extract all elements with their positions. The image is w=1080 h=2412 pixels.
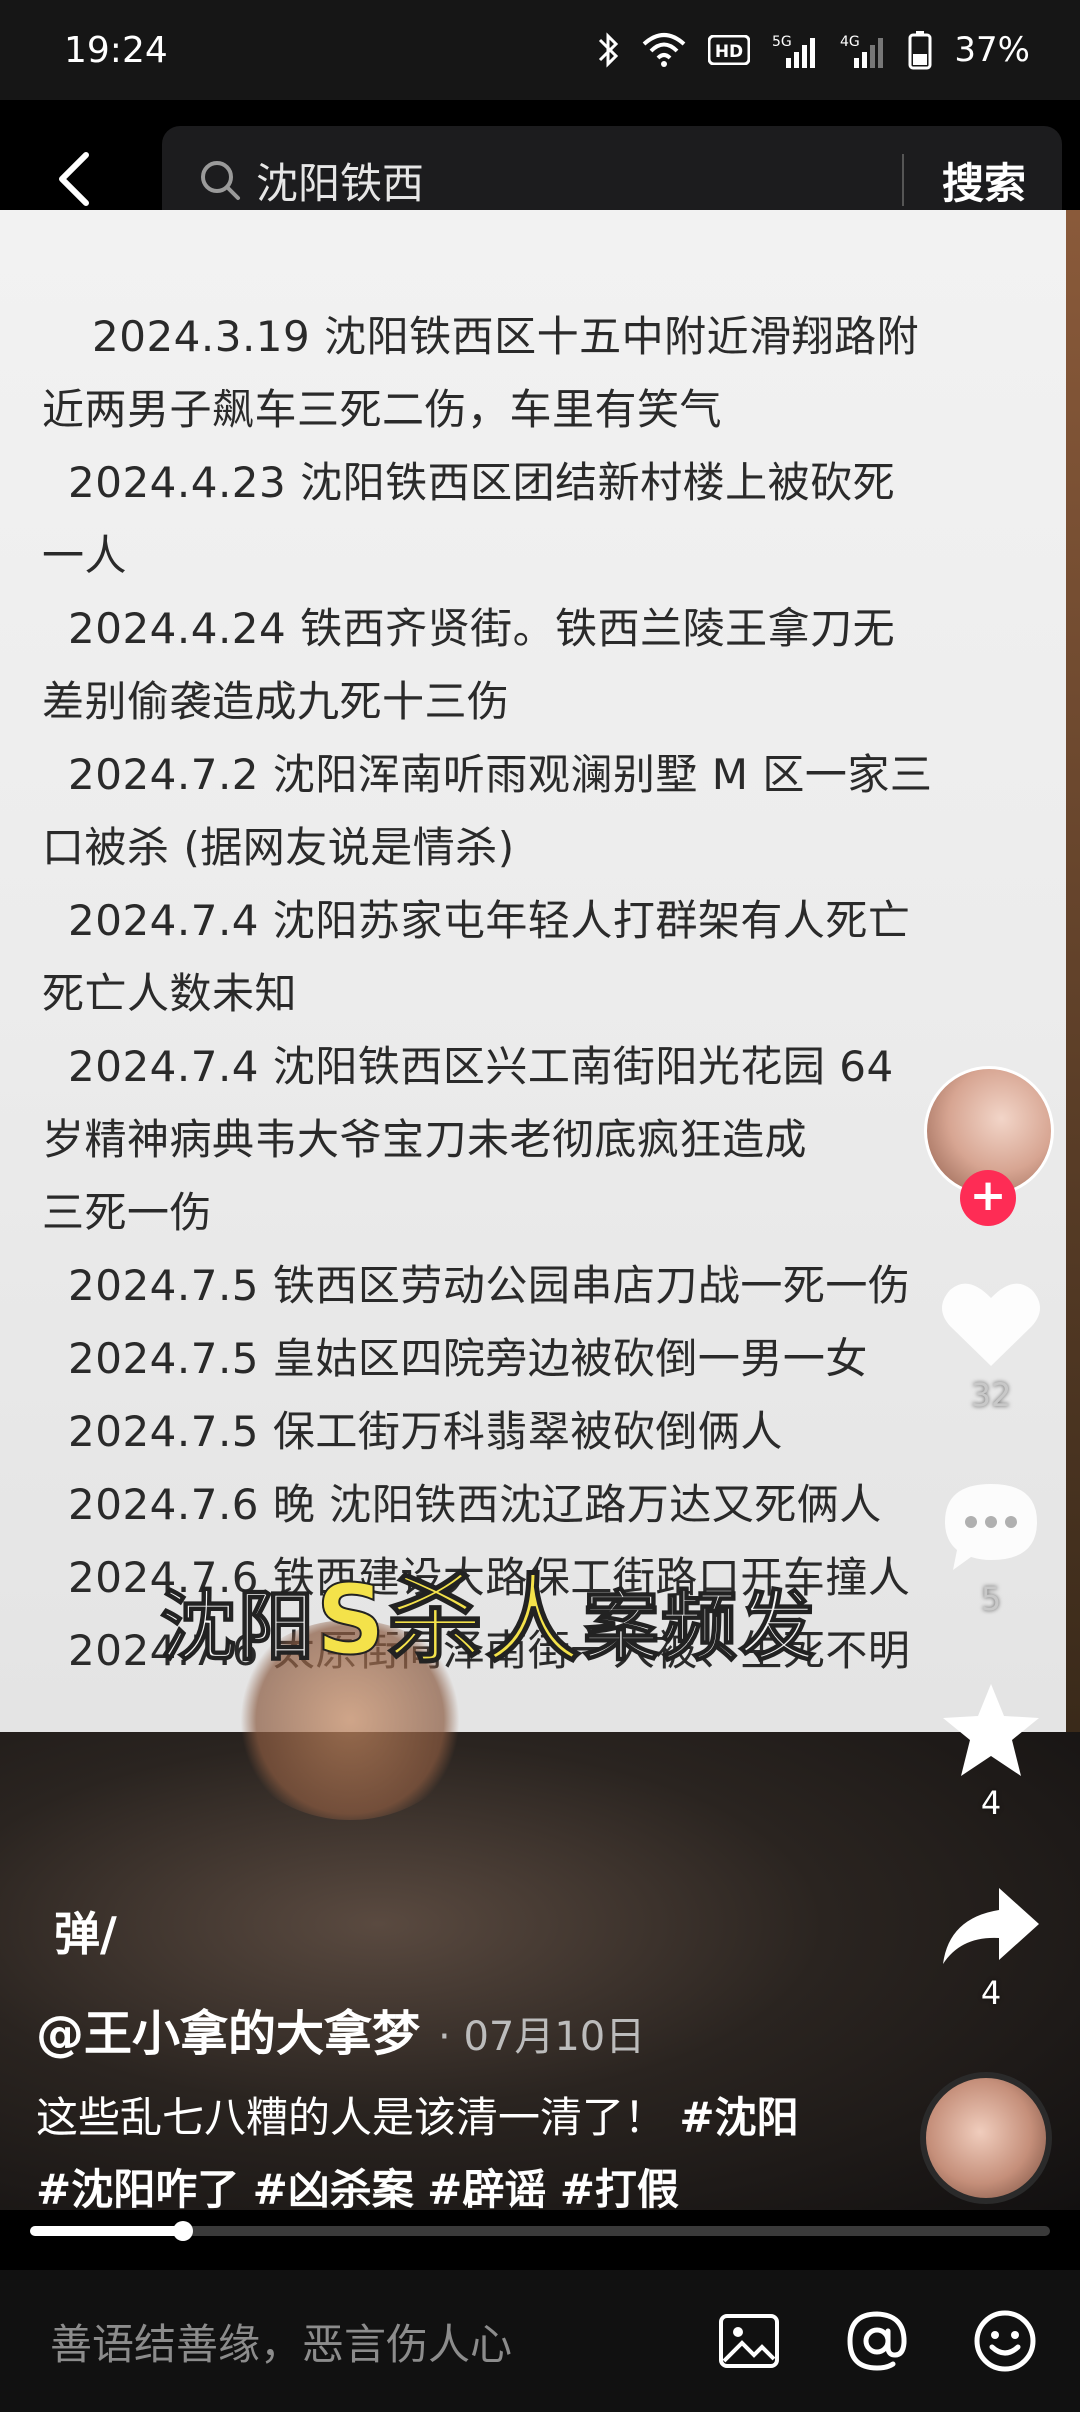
- video-progress-fill: [30, 2226, 183, 2236]
- status-icons: HD 5G 4G 37%: [596, 30, 1030, 70]
- bluetooth-icon: [596, 30, 620, 70]
- banner-part3: 案频发: [582, 1581, 818, 1672]
- signal-5g-icon: 5G: [772, 30, 818, 70]
- document-line: 2024.4.24 铁西齐贤街。铁西兰陵王拿刀无: [68, 604, 896, 653]
- document-line: 近两男子飙车三死二伤，车里有笑气: [42, 385, 723, 434]
- document-line: 2024.7.5 保工街万科翡翠被砍倒俩人: [68, 1407, 783, 1456]
- hashtag[interactable]: #凶杀案: [253, 2165, 414, 2214]
- document-line: 三死一伤: [42, 1188, 213, 1237]
- document-line: 2024.7.5 皇姑区四院旁边被砍倒一男一女: [68, 1334, 868, 1383]
- favorite-count: 4: [980, 1784, 1002, 1822]
- favorite-button[interactable]: 4: [926, 1682, 1056, 1822]
- search-header: 沈阳铁西 搜索: [0, 100, 1080, 234]
- hashtag[interactable]: #沈阳: [679, 2093, 798, 2142]
- document-line: 岁精神病典韦大爷宝刀未老彻底疯狂造成: [42, 1115, 808, 1164]
- document-line: 2024.7.6 晚 沈阳铁西沈辽路万达又死俩人: [68, 1480, 882, 1529]
- post-description: 这些乱七八糟的人是该清一清了！ #沈阳 #沈阳咋了 #凶杀案 #辟谣 #打假: [36, 2082, 816, 2226]
- search-divider: [901, 154, 904, 206]
- danmaku-label: 弹: [54, 1907, 100, 1961]
- comment-bar: 善语结善缘，恶言伤人心: [0, 2270, 1080, 2412]
- hd-label: HD: [715, 42, 743, 62]
- back-button[interactable]: [44, 144, 104, 214]
- video-progress-knob[interactable]: [173, 2221, 193, 2241]
- emoji-icon[interactable]: [972, 2308, 1038, 2374]
- document-lines: 2024.3.19 沈阳铁西区十五中附近滑翔路附近两男子飙车三死二伤，车里有笑气…: [42, 300, 1028, 1687]
- hashtag[interactable]: #打假: [560, 2165, 679, 2214]
- comment-button[interactable]: 5: [926, 1480, 1056, 1618]
- signal-4g-icon: 4G: [840, 30, 886, 70]
- comment-count: 5: [980, 1580, 1002, 1618]
- comment-icon: [945, 1484, 1037, 1570]
- hd-icon: HD: [708, 30, 751, 70]
- battery-icon: [908, 30, 932, 70]
- description-text: 这些乱七八糟的人是该清一清了！: [36, 2093, 667, 2142]
- banner-part1: 沈阳: [159, 1581, 316, 1672]
- share-arrow-icon: [943, 1888, 1039, 1964]
- follow-button[interactable]: +: [960, 1170, 1016, 1226]
- document-line: 口被杀 (据网友说是情杀): [42, 823, 515, 872]
- star-icon: [943, 1684, 1039, 1776]
- like-button[interactable]: 32: [926, 1278, 1056, 1414]
- signal-4g-label: 4G: [840, 34, 860, 50]
- hashtag[interactable]: #辟谣: [427, 2165, 546, 2214]
- document-line: 2024.7.4 沈阳铁西区兴工南街阳光花园 64: [68, 1042, 894, 1091]
- document-line: 死亡人数未知: [42, 969, 298, 1018]
- search-button[interactable]: 搜索: [942, 150, 1026, 211]
- document-line: 2024.4.23 沈阳铁西区团结新村楼上被砍死: [68, 458, 896, 507]
- video-caption-banner: 沈阳S杀人案频发: [159, 1542, 818, 1681]
- signal-5g-label: 5G: [772, 34, 792, 50]
- author-row: @王小拿的大拿梦 · 07月10日: [36, 1994, 645, 2064]
- comment-bar-icons: [716, 2308, 1080, 2374]
- document-line: 2024.7.4 沈阳苏家屯年轻人打群架有人死亡: [68, 896, 911, 945]
- heart-icon: [942, 1283, 1040, 1366]
- music-disc[interactable]: [920, 2072, 1052, 2204]
- document-line: 2024.7.5 铁西区劳动公园串店刀战一死一伤: [68, 1261, 911, 1310]
- video-player[interactable]: 2024.3.19 沈阳铁西区十五中附近滑翔路附近两男子飙车三死二伤，车里有笑气…: [0, 210, 1080, 2210]
- comment-input[interactable]: 善语结善缘，恶言伤人心: [50, 2311, 716, 2372]
- at-mention-icon[interactable]: [844, 2308, 910, 2374]
- battery-percent: 37%: [954, 30, 1030, 70]
- chevron-left-icon: [59, 152, 89, 206]
- share-count: 4: [980, 1974, 1002, 2012]
- document-line: 差别偷袭造成九死十三伤: [42, 677, 510, 726]
- status-time: 19:24: [64, 29, 168, 71]
- hashtag[interactable]: #沈阳咋了: [36, 2165, 239, 2214]
- video-document-text: 2024.3.19 沈阳铁西区十五中附近滑翔路附近两男子飙车三死二伤，车里有笑气…: [0, 210, 1068, 1732]
- post-date: · 07月10日: [438, 2014, 646, 2060]
- search-icon: [201, 161, 240, 200]
- document-line: 2024.3.19 沈阳铁西区十五中附近滑翔路附: [92, 312, 920, 361]
- danmaku-toggle[interactable]: 弹/: [54, 1898, 117, 1964]
- document-line: 2024.7.2 沈阳浑南听雨观澜别墅 M 区一家三: [68, 750, 933, 799]
- document-line: 一人: [42, 531, 128, 580]
- search-input[interactable]: 沈阳铁西: [256, 150, 902, 211]
- image-icon[interactable]: [716, 2308, 782, 2374]
- danmaku-slash-icon: /: [100, 1907, 117, 1961]
- status-bar: 19:24 HD 5G 4G 37%: [0, 0, 1080, 100]
- like-count: 32: [970, 1376, 1012, 1414]
- author-name[interactable]: @王小拿的大拿梦: [36, 1994, 420, 2064]
- banner-part2: S杀人: [315, 1563, 584, 1677]
- wifi-icon: [642, 30, 686, 70]
- video-edge: [1066, 210, 1080, 1732]
- share-button[interactable]: 4: [926, 1884, 1056, 2012]
